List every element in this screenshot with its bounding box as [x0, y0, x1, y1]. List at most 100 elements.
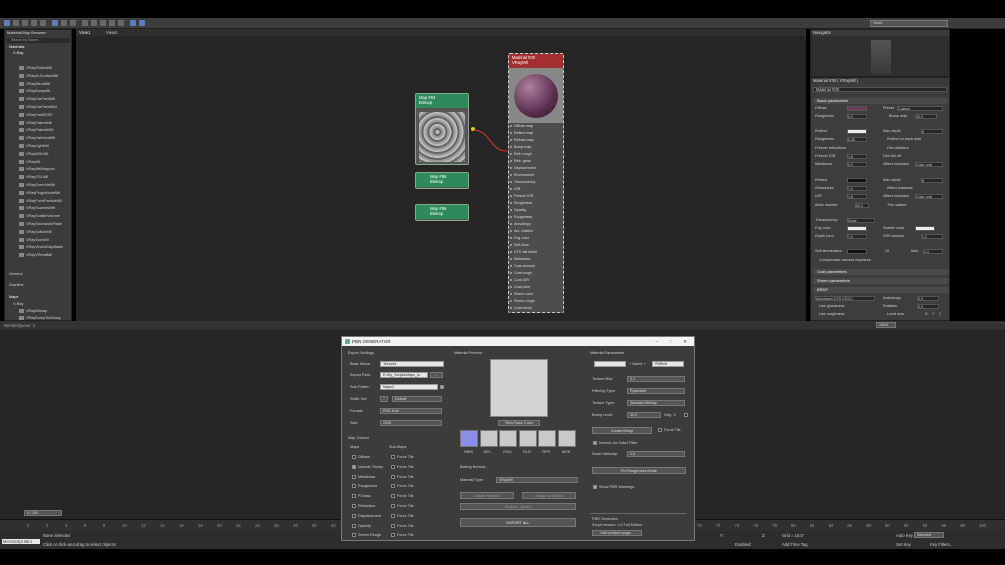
force-tile-checkbox[interactable]	[391, 494, 395, 499]
material-slot[interactable]: Metalness	[509, 256, 563, 263]
force-tile-checkbox[interactable]	[391, 474, 395, 479]
material-item[interactable]: VRayHairNextMtl	[19, 136, 77, 141]
size-dropdown[interactable]: 2048	[380, 420, 442, 426]
node-editor-view[interactable]: Map #94 Bitmap Map #95 Bitmap Map #96 Bitma…	[76, 36, 806, 321]
map-checkbox[interactable]	[352, 484, 356, 489]
affect-channels-dropdown[interactable]: Color only	[915, 162, 943, 167]
preview-tool-icon[interactable]	[70, 20, 76, 26]
self-illum-swatch[interactable]	[847, 249, 867, 254]
filtering-dropdown[interactable]: Pyramidal	[627, 388, 685, 394]
map-thumbnail[interactable]	[479, 430, 498, 447]
layout-tool-icon[interactable]	[31, 20, 37, 26]
material-item[interactable]: VRayBlendMtl	[19, 81, 77, 87]
maximize-icon[interactable]: □	[669, 337, 672, 346]
browser-search-input[interactable]: Search by Name ...	[7, 38, 70, 43]
map-checkbox[interactable]	[352, 533, 356, 538]
material-slot[interactable]: Refl. rough	[509, 151, 563, 158]
suffix-set-dropdown[interactable]: Default	[392, 396, 442, 402]
material-slot[interactable]: GTR tail falloff	[509, 249, 563, 256]
material-slot[interactable]: Roughness	[509, 214, 563, 221]
material-slot[interactable]: Self-illum	[509, 242, 563, 249]
material-item[interactable]: VRayALSurfaceMtl	[19, 73, 77, 79]
format-dropdown[interactable]: PNG 8-bit	[380, 408, 442, 414]
pick-tool-icon[interactable]	[13, 20, 19, 26]
force-tile-checkbox[interactable]	[391, 513, 395, 518]
material-slot[interactable]: Roughness	[509, 200, 563, 207]
normal-sobel-checkbox[interactable]	[593, 441, 597, 445]
sobel-intensity-spinner[interactable]: 1,0	[627, 451, 685, 457]
section-sheen-parameters[interactable]: Sheen parameters	[813, 278, 949, 284]
orig-value-checkbox[interactable]	[684, 413, 688, 417]
section-materials[interactable]: Materials	[9, 45, 67, 50]
map-checkbox[interactable]	[352, 494, 356, 499]
material-item[interactable]: VRayFastSSS2	[19, 112, 77, 118]
section-general[interactable]: General	[9, 272, 67, 277]
anisotropy-spinner[interactable]: 0,0	[917, 296, 939, 301]
export-path-input[interactable]: E:/My_Scripts/Maps_to	[380, 372, 428, 378]
ior-spinner[interactable]: 1,6	[847, 194, 867, 199]
affect-shadows-checkbox[interactable]: Affect shadows	[887, 186, 913, 191]
map-thumbnail[interactable]	[558, 430, 576, 447]
tab-view2[interactable]: View2	[106, 30, 124, 35]
force-tile-checkbox[interactable]	[658, 428, 662, 432]
map-thumbnail[interactable]	[518, 430, 537, 447]
bake-tool-icon[interactable]	[91, 20, 97, 26]
create-bump-button[interactable]: Create Bump	[592, 427, 652, 434]
material-item[interactable]: VRayLightMtl	[19, 144, 77, 149]
mult-spinner[interactable]: 1,0	[923, 249, 943, 254]
create-material-button[interactable]: Create Material	[460, 492, 514, 499]
suffix-arrow-button[interactable]: ›	[380, 396, 388, 402]
map-thumbnail[interactable]	[538, 430, 557, 447]
material-slot[interactable]: Sheen color	[509, 291, 563, 298]
material-item[interactable]: VRayBumpMtl	[19, 89, 77, 94]
arrange-icon[interactable]	[118, 20, 124, 26]
select-tool-icon[interactable]	[4, 20, 10, 26]
refl-roughness-spinner[interactable]: 0,26	[847, 137, 867, 142]
refr-glossiness-spinner[interactable]: 1,0	[847, 186, 867, 191]
name-suffix-input[interactable]: PBRmtl	[652, 361, 684, 367]
material-item[interactable]: VRayToonMtl	[19, 237, 77, 243]
map-checkbox[interactable]	[352, 523, 356, 528]
brdf-type-dropdown[interactable]: Microfacet GTR (GGX)	[815, 296, 875, 301]
key-filters-button[interactable]: Key Filters...	[930, 542, 953, 547]
material-slot[interactable]: Coat color	[509, 284, 563, 291]
material-name-field[interactable]: Material #30	[813, 87, 947, 92]
view-dropdown[interactable]: View1	[870, 20, 948, 27]
map-checkbox[interactable]	[352, 474, 356, 479]
material-slot[interactable]: Coat IOR	[509, 277, 563, 284]
abbe-checkbox[interactable]: Abbe number	[815, 203, 838, 208]
material-item[interactable]: VRayCarPaintMtl2	[19, 105, 77, 110]
material-item[interactable]: VRay2SidedMtl	[19, 66, 77, 71]
section-scanline[interactable]: Scanline	[9, 283, 67, 288]
axis-z-button[interactable]: Z	[939, 312, 941, 317]
roughness-spinner[interactable]: 0,0	[847, 114, 867, 119]
base-name-input[interactable]: Texture1	[380, 361, 444, 367]
material-slot[interactable]: Coat bump	[509, 305, 563, 312]
material-item[interactable]: VRayStochasticFlake	[19, 222, 77, 227]
sub-folder-checkbox[interactable]	[440, 385, 444, 389]
material-slot[interactable]: Translucency	[509, 179, 563, 186]
compensate-exposure-checkbox[interactable]: Compensate camera exposure	[819, 258, 871, 263]
material-item[interactable]: VRayCarPaintMtl	[19, 97, 77, 102]
material-slot[interactable]: Refr. gloss	[509, 158, 563, 165]
material-slot[interactable]: Coat rough	[509, 270, 563, 277]
material-slot[interactable]: Opacity	[509, 207, 563, 214]
section-brdf[interactable]: BRDF	[813, 287, 949, 293]
scatter-color-swatch[interactable]	[915, 226, 935, 231]
delete-tool-icon[interactable]	[40, 20, 46, 26]
axis-x-button[interactable]: X	[925, 312, 928, 317]
fresnel-ior-spinner[interactable]: 1,6	[847, 154, 867, 159]
material-item[interactable]: VRayMDLMtl	[19, 151, 77, 157]
use-roughness-radio[interactable]: Use roughness	[819, 312, 845, 317]
layout-grid-icon[interactable]	[109, 20, 115, 26]
sub-folder-input[interactable]: Maps4	[380, 384, 438, 390]
fog-color-swatch[interactable]	[847, 226, 867, 231]
material-slot[interactable]: Anl. rotation	[509, 228, 563, 235]
material-slot[interactable]: IOR	[509, 186, 563, 193]
auto-key-button[interactable]: Auto Key	[896, 533, 913, 538]
dim-distance-checkbox[interactable]: Dim distance	[887, 146, 909, 151]
section-maps[interactable]: Maps	[9, 295, 67, 300]
rotation-spinner[interactable]: 0,0	[917, 304, 939, 309]
view-tool-icon[interactable]	[52, 20, 58, 26]
metalness-spinner[interactable]: 0,0	[847, 162, 867, 167]
